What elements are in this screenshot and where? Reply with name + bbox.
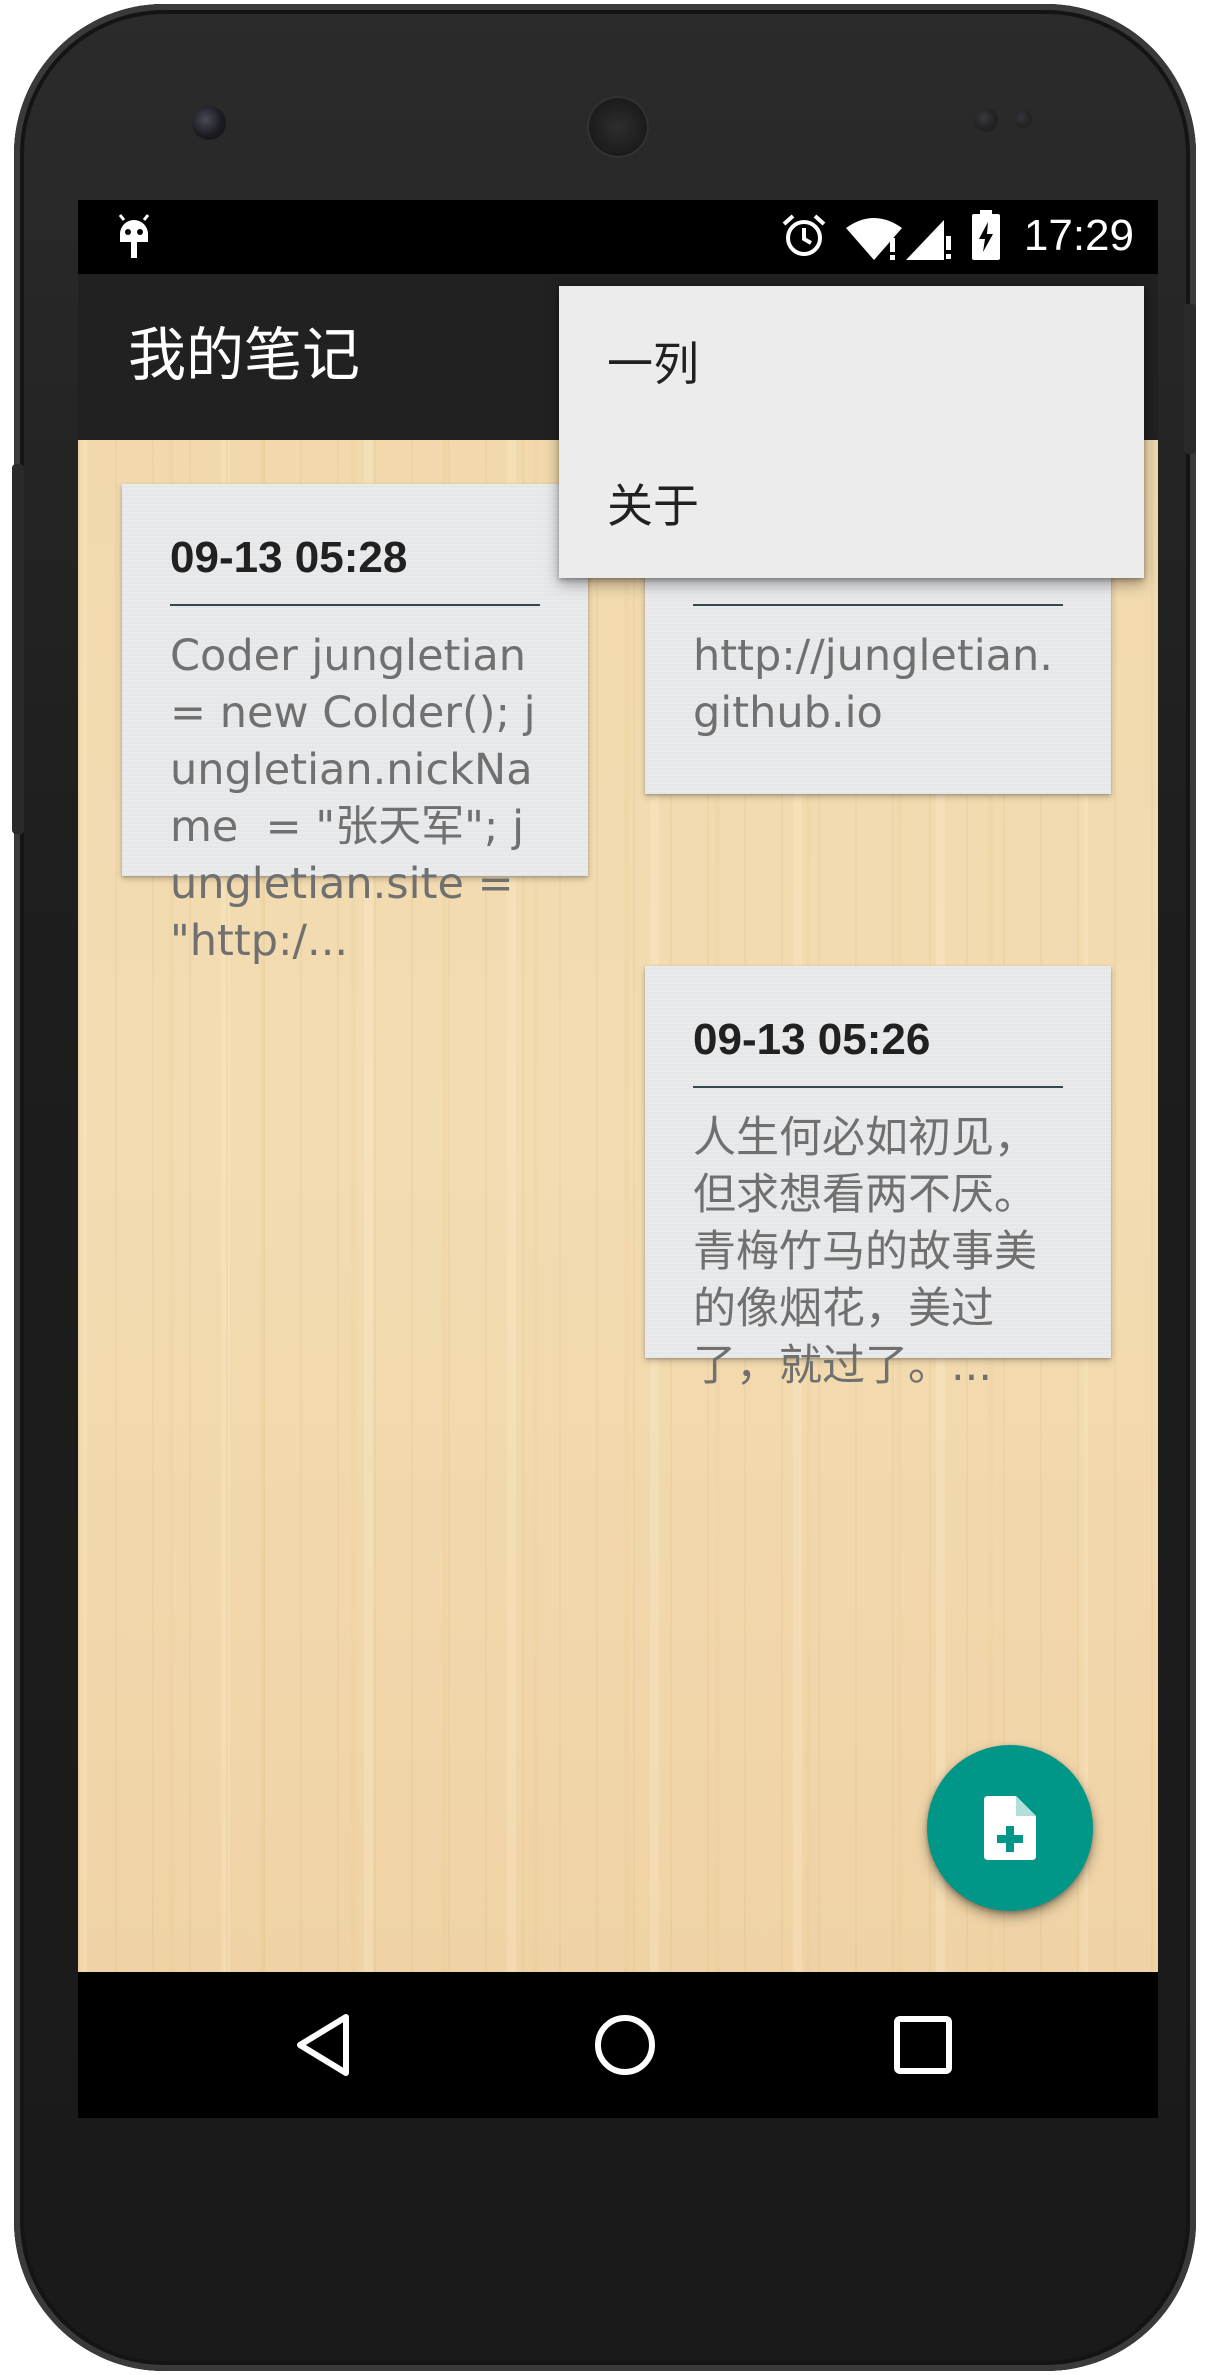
battery-charging-icon [972,210,1000,260]
add-note-button[interactable] [927,1745,1093,1911]
status-time: 17:29 [1023,211,1134,260]
light-sensor [1014,110,1032,128]
phone-frame: 17:29 我的笔记 09-13 05:28 Coder jungletian … [12,4,1196,2371]
home-icon[interactable] [587,2007,663,2083]
note-content: 人生何必如初见，但求想看两不厌。青梅竹马的故事美的像烟花，美过了，就过了。... [693,1113,1037,1391]
back-icon[interactable] [288,2007,364,2083]
earpiece-speaker [587,96,649,158]
front-camera [192,106,226,140]
recents-icon[interactable] [885,2007,961,2083]
navigation-bar [78,1972,1158,2118]
wifi-icon [846,218,902,260]
alarm-icon [782,214,826,256]
note-content: Coder jungletian = new Colder(); junglet… [170,631,540,966]
new-note-icon [984,1796,1036,1860]
note-card[interactable]: 09-13 05:26 人生何必如初见，但求想看两不厌。青梅竹马的故事美的像烟花… [645,966,1111,1391]
note-card[interactable]: 09-13 05:28 Coder jungletian = new Colde… [122,484,588,966]
power-button [12,464,24,834]
page-title: 我的笔记 [128,321,361,389]
note-date: 09-13 05:28 [170,532,540,606]
signal-icon [906,220,951,260]
screen: 17:29 我的笔记 09-13 05:28 Coder jungletian … [78,200,1158,2118]
notes-grid[interactable]: 09-13 05:28 Coder jungletian = new Colde… [78,440,1158,1972]
android-debug-icon [118,214,150,258]
volume-button [1184,304,1196,454]
overflow-menu: 一列 关于 [559,286,1144,578]
note-content: http://jungletian.github.io [693,631,1053,738]
proximity-sensor [974,108,998,132]
menu-item-about[interactable]: 关于 [559,432,1144,574]
menu-item-single-column[interactable]: 一列 [559,290,1144,432]
status-bar: 17:29 [78,200,1158,274]
note-date: 09-13 05:26 [693,1014,1063,1088]
